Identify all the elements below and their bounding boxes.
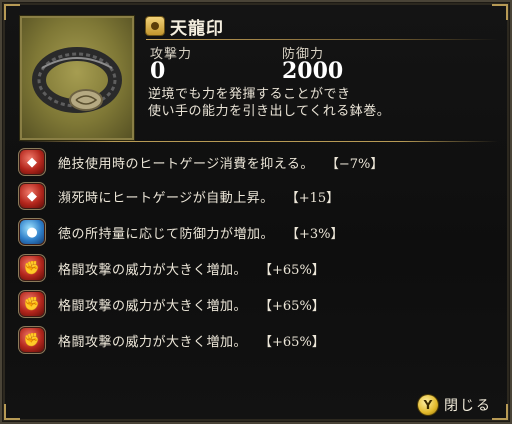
corner-ornament [492,4,508,20]
close-button[interactable]: Y 閉じる [418,394,492,416]
skill-text: 瀕死時にヒートゲージが自動上昇。 [58,190,274,206]
title-underline [146,39,498,40]
item-name: 天龍印 [170,19,224,39]
skill-value: 【+15】 [285,190,340,206]
skill-text: 徳の所持量に応じて防御力が増加。 [58,226,275,242]
skill-text: 格闘攻撃の威力が大きく増加。 [58,298,248,314]
skill-value: 【+65%】 [259,262,325,278]
attack-value: 0 [150,58,166,84]
skill-row: ● 徳の所持量に応じて防御力が増加。 【+3%】 [20,218,500,246]
skill-text: 絶技使用時のヒートゲージ消費を抑える。 [58,156,314,172]
section-divider [18,141,498,142]
skill-row: ✊ 格闘攻撃の威力が大きく増加。 【+65%】 [20,326,500,354]
skill-row: ✊ 格闘攻撃の威力が大きく増加。 【+65%】 [20,290,500,318]
skill-value: 【+3%】 [286,226,344,242]
close-label: 閉じる [444,398,492,414]
defense-value: 2000 [282,58,344,84]
virtue-icon: ● [20,220,44,244]
y-button-icon: Y [418,395,438,415]
item-detail-panel: 天龍印 攻撃力 0 防御力 2000 逆境でも力を発揮することができ 使い手の能… [0,0,512,424]
fist-icon: ✊ [20,256,44,280]
gold-rarity-icon [146,17,164,35]
skill-row: ✊ 格闘攻撃の威力が大きく増加。 【+65%】 [20,254,500,282]
skill-row: ◆ 絶技使用時のヒートゲージ消費を抑える。 【−7%】 [20,148,500,176]
skill-value: 【+65%】 [259,334,325,350]
heat-gauge-icon: ◆ [20,150,44,174]
corner-ornament [4,4,20,20]
fist-icon: ✊ [20,328,44,352]
corner-ornament [4,404,20,420]
heat-gauge-icon: ◆ [20,184,44,208]
description-line: 使い手の能力を引き出してくれる鉢巻。 [148,104,391,119]
skill-text: 格闘攻撃の威力が大きく増加。 [58,334,248,350]
corner-ornament [492,404,508,420]
skill-text: 格闘攻撃の威力が大きく増加。 [58,262,248,278]
item-description: 逆境でも力を発揮することができ 使い手の能力を引き出してくれる鉢巻。 [148,86,498,120]
description-line: 逆境でも力を発揮することができ [148,87,351,102]
skill-value: 【+65%】 [259,298,325,314]
headband-item-image [20,16,134,140]
skill-row: ◆ 瀕死時にヒートゲージが自動上昇。 【+15】 [20,182,500,210]
skill-value: 【−7%】 [325,156,384,172]
fist-icon: ✊ [20,292,44,316]
